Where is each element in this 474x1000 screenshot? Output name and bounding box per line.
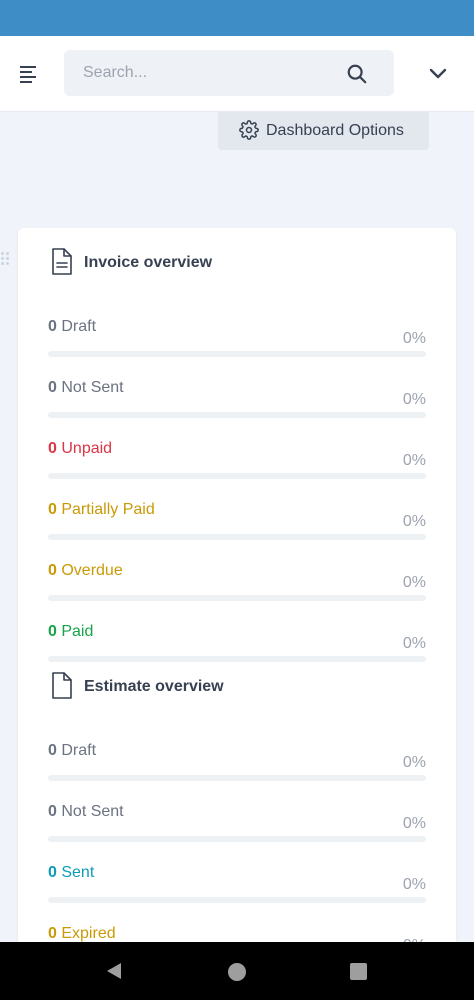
- progress-bar: [48, 412, 426, 418]
- stat-name: Unpaid: [61, 440, 113, 457]
- app-header: [0, 36, 474, 112]
- stat-name: Overdue: [61, 562, 123, 579]
- progress-bar: [48, 897, 426, 903]
- stat-name: Paid: [61, 623, 94, 640]
- stat-count: 0: [48, 318, 57, 335]
- stat-percent: 0%: [402, 574, 426, 591]
- stat-percent: 0%: [402, 754, 426, 771]
- stat-label: 0 Sent: [48, 864, 94, 882]
- progress-bar: [48, 775, 426, 781]
- search-input[interactable]: [64, 50, 353, 96]
- stat-percent: 0%: [402, 876, 426, 893]
- estimate-overview-title: Estimate overview: [84, 678, 224, 695]
- stat-percent: 0%: [402, 513, 426, 530]
- stat-label: 0 Draft: [48, 318, 96, 336]
- back-icon[interactable]: [105, 962, 123, 980]
- stat-label: 0 Not Sent: [48, 379, 124, 397]
- invoice-stat-partially-paid[interactable]: 0 Partially Paid 0%: [48, 501, 426, 551]
- stat-label: 0 Not Sent: [48, 803, 124, 821]
- stat-percent: 0%: [402, 391, 426, 408]
- stat-name: Draft: [61, 742, 97, 759]
- invoice-stat-overdue[interactable]: 0 Overdue 0%: [48, 562, 426, 612]
- stat-name: Sent: [61, 864, 95, 881]
- home-icon[interactable]: [228, 963, 246, 981]
- estimate-stat-draft[interactable]: 0 Draft 0%: [48, 742, 426, 792]
- status-bar: [0, 0, 474, 36]
- estimate-stat-not-sent[interactable]: 0 Not Sent 0%: [48, 803, 426, 853]
- stat-name: Partially Paid: [61, 501, 155, 518]
- stat-label: 0 Partially Paid: [48, 501, 155, 519]
- progress-bar: [48, 534, 426, 540]
- search-box: [64, 50, 394, 96]
- stat-name: Not Sent: [61, 803, 124, 820]
- system-navigation-bar: [0, 942, 474, 1000]
- menu-icon[interactable]: [20, 66, 38, 83]
- overview-card: Invoice overview 0 Draft 0% 0 Not Sent 0…: [18, 228, 456, 988]
- stat-count: 0: [48, 742, 57, 759]
- progress-bar: [48, 473, 426, 479]
- stat-percent: 0%: [402, 815, 426, 832]
- progress-bar: [48, 836, 426, 842]
- stat-percent: 0%: [402, 452, 426, 469]
- stat-label: 0 Overdue: [48, 562, 123, 580]
- stat-percent: 0%: [402, 330, 426, 347]
- estimate-document-icon: [52, 672, 72, 699]
- dashboard-options-button[interactable]: Dashboard Options: [218, 112, 429, 150]
- stat-percent: 0%: [402, 635, 426, 652]
- drag-handle-icon[interactable]: [0, 252, 12, 266]
- search-icon[interactable]: [346, 63, 368, 85]
- estimate-stat-sent[interactable]: 0 Sent 0%: [48, 864, 426, 914]
- gear-icon: [239, 120, 259, 140]
- stat-count: 0: [48, 562, 57, 579]
- invoice-document-icon: [52, 248, 72, 275]
- dashboard-options-label: Dashboard Options: [266, 122, 404, 139]
- progress-bar: [48, 351, 426, 357]
- stat-name: Draft: [61, 318, 97, 335]
- invoice-stat-unpaid[interactable]: 0 Unpaid 0%: [48, 440, 426, 490]
- invoice-overview-title: Invoice overview: [84, 254, 213, 271]
- stat-name: Expired: [61, 925, 116, 942]
- stat-count: 0: [48, 925, 57, 942]
- invoice-stat-paid[interactable]: 0 Paid 0%: [48, 623, 426, 673]
- progress-bar: [48, 656, 426, 662]
- stat-name: Not Sent: [61, 379, 124, 396]
- stat-count: 0: [48, 864, 57, 881]
- stat-count: 0: [48, 440, 57, 457]
- stat-label: 0 Draft: [48, 742, 96, 760]
- invoice-stat-draft[interactable]: 0 Draft 0%: [48, 318, 426, 368]
- stat-label: 0 Expired: [48, 925, 116, 943]
- chevron-down-icon[interactable]: [428, 66, 448, 82]
- progress-bar: [48, 595, 426, 601]
- stat-count: 0: [48, 501, 57, 518]
- invoice-stat-not-sent[interactable]: 0 Not Sent 0%: [48, 379, 426, 429]
- recent-apps-icon[interactable]: [350, 963, 367, 980]
- stat-label: 0 Paid: [48, 623, 93, 641]
- stat-count: 0: [48, 623, 57, 640]
- stat-count: 0: [48, 379, 57, 396]
- stat-count: 0: [48, 803, 57, 820]
- stat-label: 0 Unpaid: [48, 440, 112, 458]
